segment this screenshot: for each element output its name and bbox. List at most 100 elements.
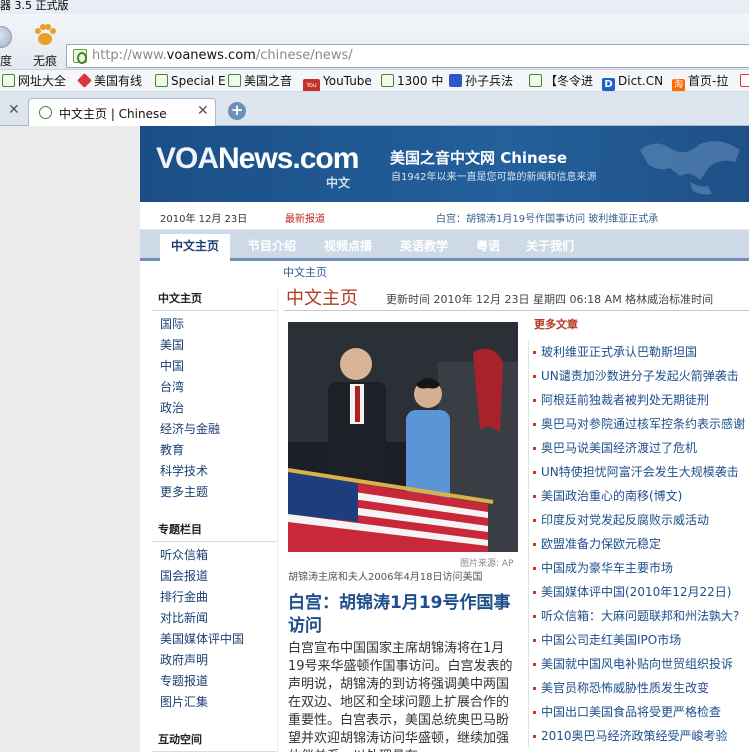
nav-item-cantonese[interactable]: 粤语: [476, 237, 500, 254]
sidebar-item[interactable]: 国会报道: [152, 566, 277, 587]
bookmark-item[interactable]: D Dict.CN: [602, 73, 663, 91]
sidebar-item[interactable]: 科学技术: [152, 461, 277, 482]
bookmark-label: 美国有线: [94, 74, 143, 88]
sidebar-group-topics: 中文主页 国际 美国 中国 台湾 政治 经济与金融 教育 科学技术 更多主题: [152, 286, 277, 503]
sidebar-heading: 互动空间: [152, 727, 277, 752]
sidebar-item[interactable]: 政治: [152, 398, 277, 419]
ie-icon: [2, 74, 15, 87]
article-link[interactable]: UN谴责加沙数进分子发起火箭弹袭击: [529, 364, 749, 388]
sidebar-item[interactable]: 排行金曲: [152, 587, 277, 608]
article-link[interactable]: 中国公司走红美国IPO市场: [529, 628, 749, 652]
tab-active[interactable]: 中文主页 | Chinese ✕: [28, 98, 216, 126]
bookmark-item[interactable]: 网址大全: [2, 73, 66, 89]
url-prefix: http://www.: [92, 48, 167, 63]
sidebar-list: 国际 美国 中国 台湾 政治 经济与金融 教育 科学技术 更多主题: [152, 314, 277, 503]
sidebar-item[interactable]: 中国: [152, 356, 277, 377]
bookmark-label: Dict.CN: [618, 74, 664, 88]
tab-close-icon[interactable]: ✕: [197, 103, 209, 119]
bookmark-item[interactable]: Special E: [155, 73, 226, 89]
article-link[interactable]: 奥巴马对参院通过核军控条约表示感谢: [529, 412, 749, 436]
bookmark-item[interactable]: 淘首页-拉: [672, 73, 729, 91]
bookmark-item[interactable]: 美国有线: [77, 73, 143, 89]
article-link[interactable]: 听众信箱：大麻问题联邦和州法孰大?: [529, 604, 749, 628]
address-bar[interactable]: http://www.voanews.com/chinese/news/: [66, 44, 749, 68]
private-mode-label: 无痕: [33, 54, 58, 68]
article-link[interactable]: 中国成为豪华车主要市场: [529, 556, 749, 580]
article-link[interactable]: 美官员称恐怖威胁性质发生改变: [529, 676, 749, 700]
sidebar-item[interactable]: 更多主题: [152, 482, 277, 503]
more-articles-list: 玻利维亚正式承认巴勒斯坦国 UN谴责加沙数进分子发起火箭弹袭击 阿根廷前独裁者被判处…: [528, 340, 749, 748]
url-text[interactable]: http://www.voanews.com/chinese/news/: [92, 48, 353, 63]
current-date: 2010年 12月 23日: [160, 214, 248, 225]
bookmark-label: 孙子兵法: [465, 74, 514, 88]
back-button[interactable]: [0, 26, 12, 48]
ie-icon: [228, 74, 241, 87]
sidebar-item[interactable]: 美国媒体评中国: [152, 629, 277, 650]
article-link[interactable]: 欧盟准备力保欧元稳定: [529, 532, 749, 556]
latest-news-label[interactable]: 最新报道: [285, 210, 325, 225]
web-page: VOANews.com 中文 美国之音中文网 Chinese 自1942年以来一…: [140, 126, 749, 752]
close-icon[interactable]: ✕: [8, 102, 20, 118]
article-link[interactable]: 美国就中国风电补贴向世贸组织投诉: [529, 652, 749, 676]
sidebar-item[interactable]: 听众信箱: [152, 545, 277, 566]
overflow-icon[interactable]: [740, 73, 749, 89]
sidebar-item[interactable]: 图片汇集: [152, 692, 277, 713]
bookmark-item[interactable]: 美国之音: [228, 73, 292, 89]
nav-item-english[interactable]: 英语教学: [400, 237, 448, 254]
nav-item-about[interactable]: 关于我们: [526, 237, 574, 254]
bookmark-item[interactable]: 孙子兵法: [449, 73, 513, 89]
bookmark-item[interactable]: You YouTube: [303, 73, 372, 91]
youtube-icon: You: [303, 79, 320, 91]
sidebar-item[interactable]: 美国: [152, 335, 277, 356]
bookmarks-bar: 网址大全 美国有线 Special E 美国之音 You YouTube 1300 中 孙子兵…: [0, 70, 749, 92]
red-circle-icon: [740, 74, 749, 87]
article-link[interactable]: 玻利维亚正式承认巴勒斯坦国: [529, 340, 749, 364]
sidebar-item[interactable]: 专题报道: [152, 671, 277, 692]
more-articles-heading: 更多文章: [534, 318, 578, 331]
lead-story-photo[interactable]: [288, 322, 518, 552]
nav-item-programs[interactable]: 节目介绍: [248, 237, 296, 254]
dateline-bar: 2010年 12月 23日 最新报道 白宫：胡锦涛1月19号作国事访问 玻利维亚…: [140, 202, 749, 230]
article-link[interactable]: UN特使担忧阿富汗会发生大规模袭击: [529, 460, 749, 484]
page-gutter: [0, 126, 140, 752]
bookmark-item[interactable]: 【冬令进: [529, 73, 593, 89]
tab-label: 中文主页 | Chinese: [59, 107, 167, 121]
nav-label: 度: [0, 54, 13, 68]
banner-title: 美国之音中文网 Chinese: [390, 149, 568, 167]
article-link[interactable]: 印度反对党发起反腐败示威活动: [529, 508, 749, 532]
sidebar-list: 听众信箱 国会报道 排行金曲 对比新闻 美国媒体评中国 政府声明 专题报道 图片汇集: [152, 545, 277, 713]
paw-icon: [449, 74, 462, 87]
window-title: 器 3.5 正式版: [0, 0, 749, 14]
url-domain: voanews.com: [166, 48, 256, 63]
bookmark-label: 1300 中: [397, 74, 444, 88]
bookmark-label: Special E: [171, 74, 226, 88]
news-ticker[interactable]: 白宫：胡锦涛1月19号作国事访问 玻利维亚正式承: [436, 210, 658, 225]
new-tab-icon[interactable]: +: [228, 102, 246, 120]
nav-item-video[interactable]: 视频点播: [324, 237, 372, 254]
sidebar-item[interactable]: 国际: [152, 314, 277, 335]
article-link[interactable]: 美国政治重心的南移(博文): [529, 484, 749, 508]
photo-caption: 胡锦涛主席和夫人2006年4月18日访问美国: [288, 572, 483, 583]
bookmark-item[interactable]: 1300 中: [381, 73, 443, 89]
article-link[interactable]: 美国媒体评中国(2010年12月22日): [529, 580, 749, 604]
sidebar-item[interactable]: 对比新闻: [152, 608, 277, 629]
breadcrumb[interactable]: 中文主页: [283, 264, 327, 280]
sidebar-item[interactable]: 台湾: [152, 377, 277, 398]
article-link[interactable]: 中国出口美国食品将受更严格检查: [529, 700, 749, 724]
sidebar-heading: 专题栏目: [152, 517, 277, 542]
sidebar-item[interactable]: 政府声明: [152, 650, 277, 671]
browser-toolbar: 度 无痕 http://www.voanews.com/chinese/news…: [0, 14, 749, 70]
article-link[interactable]: 阿根廷前独裁者被判处无期徒刑: [529, 388, 749, 412]
world-map-icon: [640, 141, 740, 195]
tab-bar: ✕ 中文主页 | Chinese ✕ +: [0, 92, 749, 126]
ie-icon: [155, 74, 168, 87]
bookmark-label: 首页-拉: [688, 74, 729, 88]
article-link[interactable]: 奥巴马说美国经济渡过了危机: [529, 436, 749, 460]
article-link[interactable]: 2010奥巴马经济政策经受严峻考验: [529, 724, 749, 748]
site-logo[interactable]: VOANews.com: [156, 142, 359, 176]
sidebar-item[interactable]: 经济与金融: [152, 419, 277, 440]
paw-icon[interactable]: [33, 22, 57, 48]
lead-headline[interactable]: 白宫：胡锦涛1月19号作国事访问: [288, 592, 518, 638]
nav-item-home[interactable]: 中文主页: [160, 234, 231, 261]
sidebar-item[interactable]: 教育: [152, 440, 277, 461]
